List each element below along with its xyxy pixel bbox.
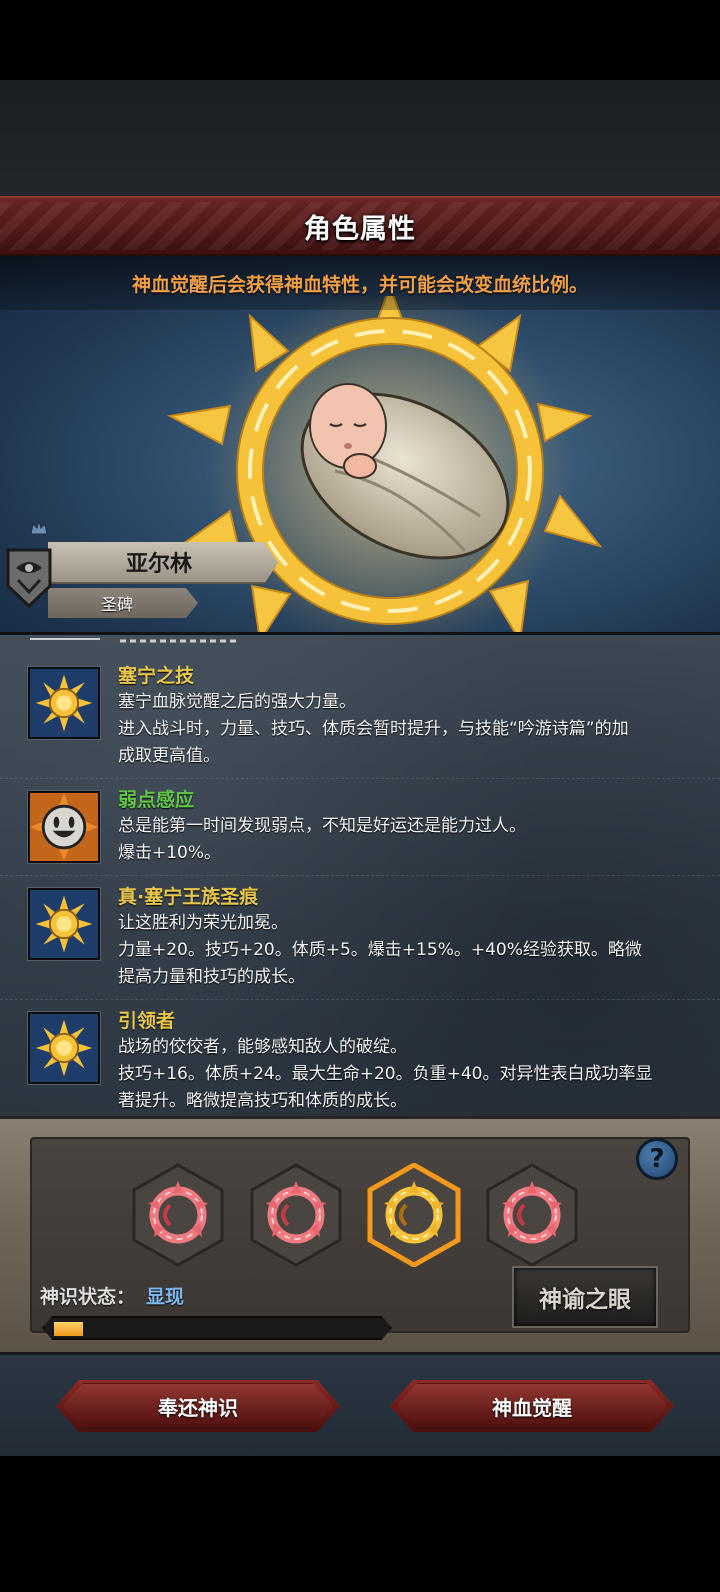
divine-progress-fill (54, 1322, 83, 1336)
trait-list-panel[interactable]: 塞宁之技 塞宁血脉觉醒之后的强大力量。 进入战斗时，力量、技巧、体质会暂时提升，… (0, 632, 720, 1116)
sun-emblem-icon (28, 667, 100, 739)
character-title-plate: 圣碑 (48, 588, 198, 618)
trait-desc-line: 战场的佼佼者，能够感知敌人的破绽。 (118, 1037, 407, 1057)
oracle-eye-button[interactable]: 神谕之眼 (512, 1266, 658, 1328)
trait-desc-line: 爆击+10%。 (118, 843, 222, 863)
divine-slot-2[interactable] (248, 1163, 344, 1267)
trait-desc-line: 总是能第一时间发现弱点，不知是好运还是能力过人。 (118, 816, 526, 836)
trait-desc-line: 成取更高值。 (118, 746, 220, 766)
trait-item[interactable]: 引领者 战场的佼佼者，能够感知敌人的破绽。 技巧+16。体质+24。最大生命+2… (0, 999, 720, 1116)
sun-emblem-icon (28, 888, 100, 960)
return-divine-sense-button[interactable]: 奉还神识 (56, 1380, 340, 1432)
trait-item[interactable]: 弱点感应 总是能第一时间发现弱点，不知是好运还是能力过人。 爆击+10%。 (0, 778, 720, 875)
return-divine-sense-label: 奉还神识 (158, 1395, 238, 1420)
hero-tip-bar: 神血觉醒后会获得神血特性，并可能会改变血统比例。 (0, 256, 720, 310)
trait-name: 弱点感应 (118, 789, 195, 811)
divine-status-value: 显现 (146, 1286, 185, 1308)
title-bar: 角色属性 (0, 196, 720, 256)
trait-desc-line: 著提升。略微提高技巧和体质的成长。 (118, 1091, 407, 1111)
trait-desc-line: 进入战斗时，力量、技巧、体质会暂时提升，与技能“吟游诗篇”的加 (118, 719, 629, 739)
trait-name: 塞宁之技 (118, 665, 195, 687)
divine-status-label: 神识状态： (40, 1286, 136, 1308)
oracle-eye-button-label: 神谕之眼 (539, 1287, 631, 1313)
clipped-previous-trait (30, 638, 240, 643)
divine-slot-3-active[interactable] (366, 1163, 462, 1267)
trait-name: 引领者 (118, 1010, 176, 1032)
trait-desc-line: 力量+20。技巧+20。体质+5。爆击+15%。+40%经验获取。略微 (118, 940, 642, 960)
divine-slot-1[interactable] (130, 1163, 226, 1267)
smiley-face-icon (28, 791, 100, 863)
class-shield-icon (6, 548, 52, 609)
blood-awaken-label: 神血觉醒 (492, 1395, 572, 1420)
top-band (0, 80, 720, 196)
divine-progress-bar (42, 1316, 392, 1340)
trait-name: 真·塞宁王族圣痕 (118, 886, 259, 908)
blood-awaken-button[interactable]: 神血觉醒 (390, 1380, 674, 1432)
trait-desc-line: 提高力量和技巧的成长。 (118, 967, 305, 987)
trait-item[interactable]: 真·塞宁王族圣痕 让这胜利为荣光加冕。 力量+20。技巧+20。体质+5。爆击+… (0, 875, 720, 999)
page-title: 角色属性 (304, 213, 416, 245)
trait-item[interactable]: 塞宁之技 塞宁血脉觉醒之后的强大力量。 进入战斗时，力量、技巧、体质会暂时提升，… (0, 661, 720, 778)
sun-emblem-icon (28, 1012, 100, 1084)
character-name: 亚尔林 (125, 552, 192, 577)
help-button[interactable]: ? (636, 1138, 678, 1180)
hero-tip-text: 神血觉醒后会获得神血特性，并可能会改变血统比例。 (131, 273, 588, 296)
trait-desc-line: 让这胜利为荣光加冕。 (118, 913, 288, 933)
hero-banner: 神血觉醒后会获得神血特性，并可能会改变血统比例。 亚尔林 圣碑 (0, 256, 720, 632)
rank-crown-icon (30, 519, 48, 535)
character-name-plate: 亚尔林 (48, 542, 278, 584)
trait-desc-line: 技巧+16。体质+24。最大生命+20。负重+40。对异性表白成功率显 (118, 1064, 653, 1084)
character-title: 圣碑 (100, 595, 133, 614)
bottom-letterbox (0, 1456, 720, 1592)
screen: 角色属性 神血觉醒后会获得神血特性，并可能会改变血统比例。 亚尔林 圣碑 塞宁之… (0, 0, 720, 1592)
divine-slot-4[interactable] (484, 1163, 580, 1267)
trait-list: 塞宁之技 塞宁血脉觉醒之后的强大力量。 进入战斗时，力量、技巧、体质会暂时提升，… (0, 661, 720, 1116)
trait-desc-line: 塞宁血脉觉醒之后的强大力量。 (118, 692, 356, 712)
